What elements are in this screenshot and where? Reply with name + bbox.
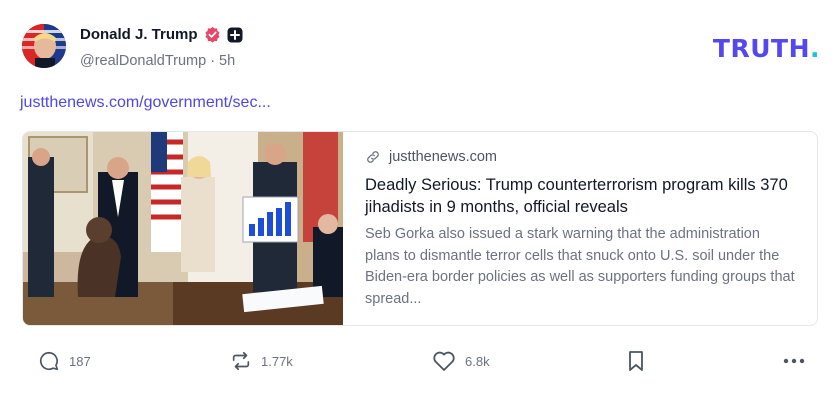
brand-dot: . xyxy=(810,34,820,63)
more-icon xyxy=(783,358,805,364)
reply-button[interactable]: 187 xyxy=(38,350,91,372)
post-time[interactable]: 5h xyxy=(219,53,235,69)
retruth-button[interactable]: 1.77k xyxy=(230,350,293,372)
bookmark-button[interactable] xyxy=(626,350,646,372)
retruth-icon xyxy=(232,351,250,371)
card-title: Deadly Serious: Trump counterterrorism p… xyxy=(365,176,788,216)
card-image xyxy=(23,132,343,325)
reply-icon xyxy=(39,351,59,371)
retruth-count: 1.77k xyxy=(261,353,293,369)
heart-icon xyxy=(433,351,455,371)
author-name[interactable]: Donald J. Trump xyxy=(80,26,198,43)
link-icon xyxy=(367,151,379,163)
plus-badge-icon xyxy=(227,27,243,42)
card-description: Seb Gorka also issued a stark warning th… xyxy=(365,226,795,307)
reply-count: 187 xyxy=(69,353,91,369)
author-handle[interactable]: @realDonaldTrump xyxy=(80,53,206,69)
avatar-image xyxy=(22,24,66,68)
brand-wordmark: TRUTH xyxy=(712,34,810,63)
action-bar: 187 1.77k 6.8k xyxy=(38,350,808,374)
post-link[interactable]: justthenews.com/government/sec... xyxy=(20,94,271,112)
like-button[interactable]: 6.8k xyxy=(432,350,490,372)
avatar[interactable] xyxy=(22,24,66,68)
verified-badge-icon xyxy=(204,26,220,43)
bookmark-icon xyxy=(629,351,643,371)
meta-separator: · xyxy=(210,53,216,69)
card-domain: justthenews.com xyxy=(389,149,497,165)
more-options-button[interactable] xyxy=(782,350,806,372)
truth-logo[interactable]: TRUTH. xyxy=(713,34,820,63)
like-count: 6.8k xyxy=(465,353,490,369)
link-preview-card[interactable]: justthenews.com Deadly Serious: Trump co… xyxy=(22,131,818,326)
